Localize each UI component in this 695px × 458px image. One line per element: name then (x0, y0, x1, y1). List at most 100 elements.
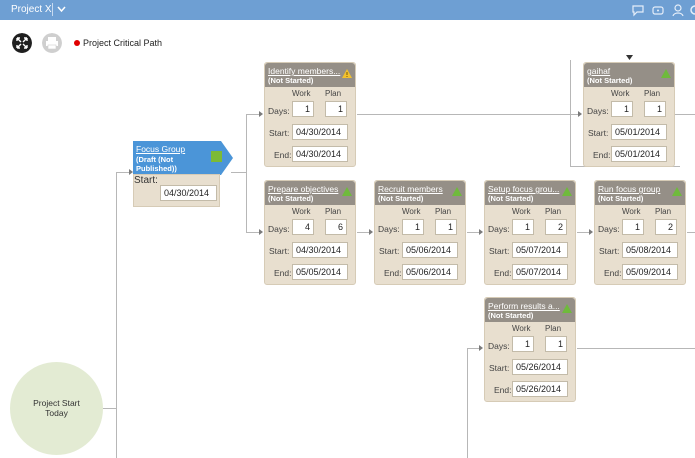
end-label: End: (593, 150, 611, 160)
work-column-header: Work (512, 207, 531, 216)
task-header: Prepare objectives (Not Started) (265, 181, 355, 205)
chevron-down-icon[interactable] (57, 3, 66, 15)
top-bar: Project X (0, 0, 695, 20)
critical-path-dot (74, 40, 80, 46)
end-label: End: (274, 150, 292, 160)
start-date-field[interactable]: 05/26/2014 (512, 359, 568, 375)
task-name[interactable]: Recruit members (378, 184, 452, 194)
work-days-field[interactable]: 1 (292, 101, 314, 117)
plan-days-field[interactable]: 1 (435, 219, 457, 235)
plan-column-header: Plan (325, 89, 342, 98)
task-card-gaihaf[interactable]: gaihaf (Not Started) Work Plan Days: 1 1… (583, 62, 675, 167)
work-days-field[interactable]: 1 (402, 219, 424, 235)
end-date-field[interactable]: 05/26/2014 (512, 381, 568, 397)
connector-line (246, 114, 247, 232)
work-column-header: Work (622, 207, 641, 216)
user-icon[interactable] (671, 3, 685, 17)
summary-task-card[interactable]: Focus Group (Draft (Not Published)) Star… (133, 141, 233, 207)
end-label: End: (494, 385, 512, 395)
end-date-field[interactable]: 05/01/2014 (611, 146, 667, 162)
connector-arrow (259, 111, 263, 117)
days-label: Days: (268, 224, 290, 234)
connector-line (246, 232, 260, 233)
flag-icon (211, 151, 222, 162)
start-date-field[interactable]: 04/30/2014 (160, 185, 217, 201)
connector-line (570, 60, 571, 166)
project-title[interactable]: Project X (11, 4, 52, 15)
connector-line (116, 172, 117, 458)
start-date-field[interactable]: 05/08/2014 (622, 242, 678, 258)
work-column-header: Work (611, 89, 630, 98)
task-card-identify[interactable]: Identify members... (Not Started) Work P… (264, 62, 356, 167)
connector-line (675, 114, 695, 115)
task-header: Perform results a... (Not Started) (485, 298, 575, 322)
task-name[interactable]: Identify members... (268, 66, 342, 76)
scroll-up-icon[interactable] (626, 55, 633, 60)
start-label: Start: (599, 246, 620, 256)
connector-arrow (259, 229, 263, 235)
summary-task-name[interactable]: Focus Group (136, 144, 185, 154)
work-days-field[interactable]: 1 (512, 336, 534, 352)
task-card-run[interactable]: Run focus group (Not Started) Work Plan … (594, 180, 686, 285)
task-header: Recruit members (Not Started) (375, 181, 465, 205)
chat-icon[interactable] (631, 3, 645, 17)
days-label: Days: (488, 224, 510, 234)
work-column-header: Work (512, 324, 531, 333)
start-label: Start: (489, 246, 510, 256)
work-days-field[interactable]: 1 (622, 219, 644, 235)
connector-arrow (578, 111, 582, 117)
plan-days-field[interactable]: 6 (325, 219, 347, 235)
task-card-recruit[interactable]: Recruit members (Not Started) Work Plan … (374, 180, 466, 285)
start-date-field[interactable]: 04/30/2014 (292, 124, 348, 140)
print-icon[interactable] (42, 33, 62, 53)
start-date-field[interactable]: 04/30/2014 (292, 242, 348, 258)
task-name[interactable]: Run focus group (598, 184, 672, 194)
end-label: End: (604, 268, 622, 278)
task-card-perform[interactable]: Perform results a... (Not Started) Work … (484, 297, 576, 402)
task-name[interactable]: gaihaf (587, 66, 661, 76)
work-column-header: Work (292, 89, 311, 98)
status-ok-icon (562, 187, 572, 196)
end-date-field[interactable]: 04/30/2014 (292, 146, 348, 162)
plan-column-header: Plan (644, 89, 661, 98)
task-name[interactable]: Setup focus grou... (488, 184, 562, 194)
critical-path-legend[interactable]: Project Critical Path (83, 38, 162, 48)
work-days-field[interactable]: 4 (292, 219, 314, 235)
plan-column-header: Plan (435, 207, 452, 216)
end-date-field[interactable]: 05/06/2014 (402, 264, 458, 280)
start-date-field[interactable]: 05/01/2014 (611, 124, 667, 140)
plan-days-field[interactable]: 2 (655, 219, 677, 235)
start-date-field[interactable]: 05/06/2014 (402, 242, 458, 258)
work-days-field[interactable]: 1 (611, 101, 633, 117)
start-date-field[interactable]: 05/07/2014 (512, 242, 568, 258)
days-label: Days: (268, 106, 290, 116)
end-label: End: (384, 268, 402, 278)
task-header: Run focus group (Not Started) (595, 181, 685, 205)
plan-column-header: Plan (545, 207, 562, 216)
task-name[interactable]: Prepare objectives (268, 184, 342, 194)
task-header: gaihaf (Not Started) (584, 63, 674, 87)
message-icon[interactable] (651, 3, 665, 17)
start-label: Start: (269, 128, 290, 138)
end-date-field[interactable]: 05/09/2014 (622, 264, 678, 280)
days-label: Days: (488, 341, 510, 351)
settings-icon[interactable] (688, 3, 695, 17)
plan-days-field[interactable]: 1 (545, 336, 567, 352)
task-card-setup[interactable]: Setup focus grou... (Not Started) Work P… (484, 180, 576, 285)
end-date-field[interactable]: 05/05/2014 (292, 264, 348, 280)
status-ok-icon (562, 304, 572, 313)
task-card-prepare[interactable]: Prepare objectives (Not Started) Work Pl… (264, 180, 356, 285)
plan-days-field[interactable]: 1 (325, 101, 347, 117)
plan-column-header: Plan (655, 207, 672, 216)
task-name[interactable]: Perform results a... (488, 301, 562, 311)
work-days-field[interactable]: 1 (512, 219, 534, 235)
plan-days-field[interactable]: 2 (545, 219, 567, 235)
warning-icon (342, 69, 352, 78)
status-ok-icon (672, 187, 682, 196)
plan-days-field[interactable]: 1 (644, 101, 666, 117)
end-date-field[interactable]: 05/07/2014 (512, 264, 568, 280)
project-start-node[interactable]: Project Start Today (10, 362, 103, 455)
fit-to-screen-icon[interactable] (12, 33, 32, 53)
task-header: Setup focus grou... (Not Started) (485, 181, 575, 205)
status-ok-icon (342, 187, 352, 196)
